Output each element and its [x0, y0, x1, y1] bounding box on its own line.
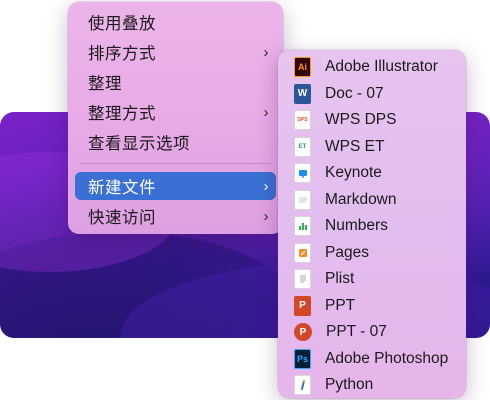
menu-item-new-file[interactable]: 新建文件 › — [75, 172, 276, 200]
powerpoint-07-icon: P — [294, 323, 312, 341]
wps-et-icon: ET — [294, 136, 311, 157]
menu-item-label: 使用叠放 — [88, 15, 156, 33]
menu-item-stack[interactable]: 使用叠放 — [75, 8, 276, 36]
submenu-item-ppt-07[interactable]: P PPT - 07 — [284, 319, 460, 345]
submenu-item-label: Doc - 07 — [325, 84, 384, 102]
wps-dps-icon: DPS — [294, 110, 311, 130]
submenu-item-numbers[interactable]: Numbers — [284, 213, 460, 239]
submenu-item-label: Numbers — [325, 217, 388, 234]
submenu-item-plist[interactable]: Plist — [284, 266, 460, 292]
submenu-item-markdown[interactable]: Markdown — [284, 187, 460, 213]
new-file-submenu: Ai Adobe Illustrator W Doc - 07 DPS WPS … — [278, 50, 466, 398]
submenu-item-pages[interactable]: Pages — [284, 240, 460, 266]
submenu-item-python[interactable]: Python — [284, 372, 460, 398]
menu-item-label: 查看显示选项 — [88, 135, 190, 153]
photoshop-icon: Ps — [294, 348, 311, 369]
menu-item-clean-up[interactable]: 整理 — [75, 68, 276, 96]
context-menu: 使用叠放 排序方式 › 整理 整理方式 › 查看显示选项 新建文件 › 快速访问… — [68, 2, 283, 234]
submenu-item-label: Pages — [325, 243, 369, 261]
submenu-item-label: Keynote — [325, 164, 382, 181]
menu-item-clean-up-by[interactable]: 整理方式 › — [75, 98, 276, 126]
submenu-item-label: Python — [325, 376, 374, 393]
illustrator-icon: Ai — [294, 57, 311, 77]
python-icon — [294, 375, 311, 395]
submenu-item-label: Adobe Photoshop — [325, 349, 449, 367]
submenu-item-wps-et[interactable]: ET WPS ET — [284, 134, 460, 160]
word-icon: W — [294, 83, 311, 104]
menu-item-show-view-options[interactable]: 查看显示选项 — [75, 128, 276, 156]
markdown-icon — [294, 189, 311, 210]
submenu-item-keynote[interactable]: Keynote — [284, 160, 460, 186]
submenu-item-ppt[interactable]: P PPT — [284, 293, 460, 319]
submenu-item-wps-dps[interactable]: DPS WPS DPS — [284, 107, 460, 133]
plist-icon — [294, 269, 311, 289]
submenu-item-label: WPS DPS — [325, 111, 397, 128]
powerpoint-icon: P — [294, 295, 311, 316]
numbers-icon — [294, 216, 311, 236]
menu-item-label: 整理方式 — [88, 105, 156, 123]
menu-item-label: 新建文件 — [88, 179, 156, 197]
submenu-item-label: WPS ET — [325, 137, 385, 155]
menu-item-sort-by[interactable]: 排序方式 › — [75, 38, 276, 66]
keynote-icon — [294, 163, 311, 183]
chevron-right-icon: › — [263, 207, 269, 225]
submenu-item-adobe-photoshop[interactable]: Ps Adobe Photoshop — [284, 346, 460, 372]
chevron-right-icon: › — [263, 43, 269, 61]
submenu-item-label: PPT - 07 — [326, 323, 387, 340]
submenu-item-label: Adobe Illustrator — [325, 58, 438, 75]
menu-item-label: 整理 — [88, 75, 122, 93]
menu-separator — [80, 163, 271, 164]
menu-item-label: 排序方式 — [88, 45, 156, 63]
submenu-item-doc-07[interactable]: W Doc - 07 — [284, 81, 460, 107]
menu-item-label: 快速访问 — [88, 209, 156, 227]
chevron-right-icon: › — [263, 177, 269, 195]
submenu-item-label: Plist — [325, 270, 355, 287]
submenu-item-adobe-illustrator[interactable]: Ai Adobe Illustrator — [284, 54, 460, 80]
menu-item-quick-access[interactable]: 快速访问 › — [75, 202, 276, 230]
pages-icon — [294, 242, 311, 263]
chevron-right-icon: › — [263, 103, 269, 121]
submenu-item-label: Markdown — [325, 190, 397, 208]
submenu-item-label: PPT — [325, 296, 356, 314]
